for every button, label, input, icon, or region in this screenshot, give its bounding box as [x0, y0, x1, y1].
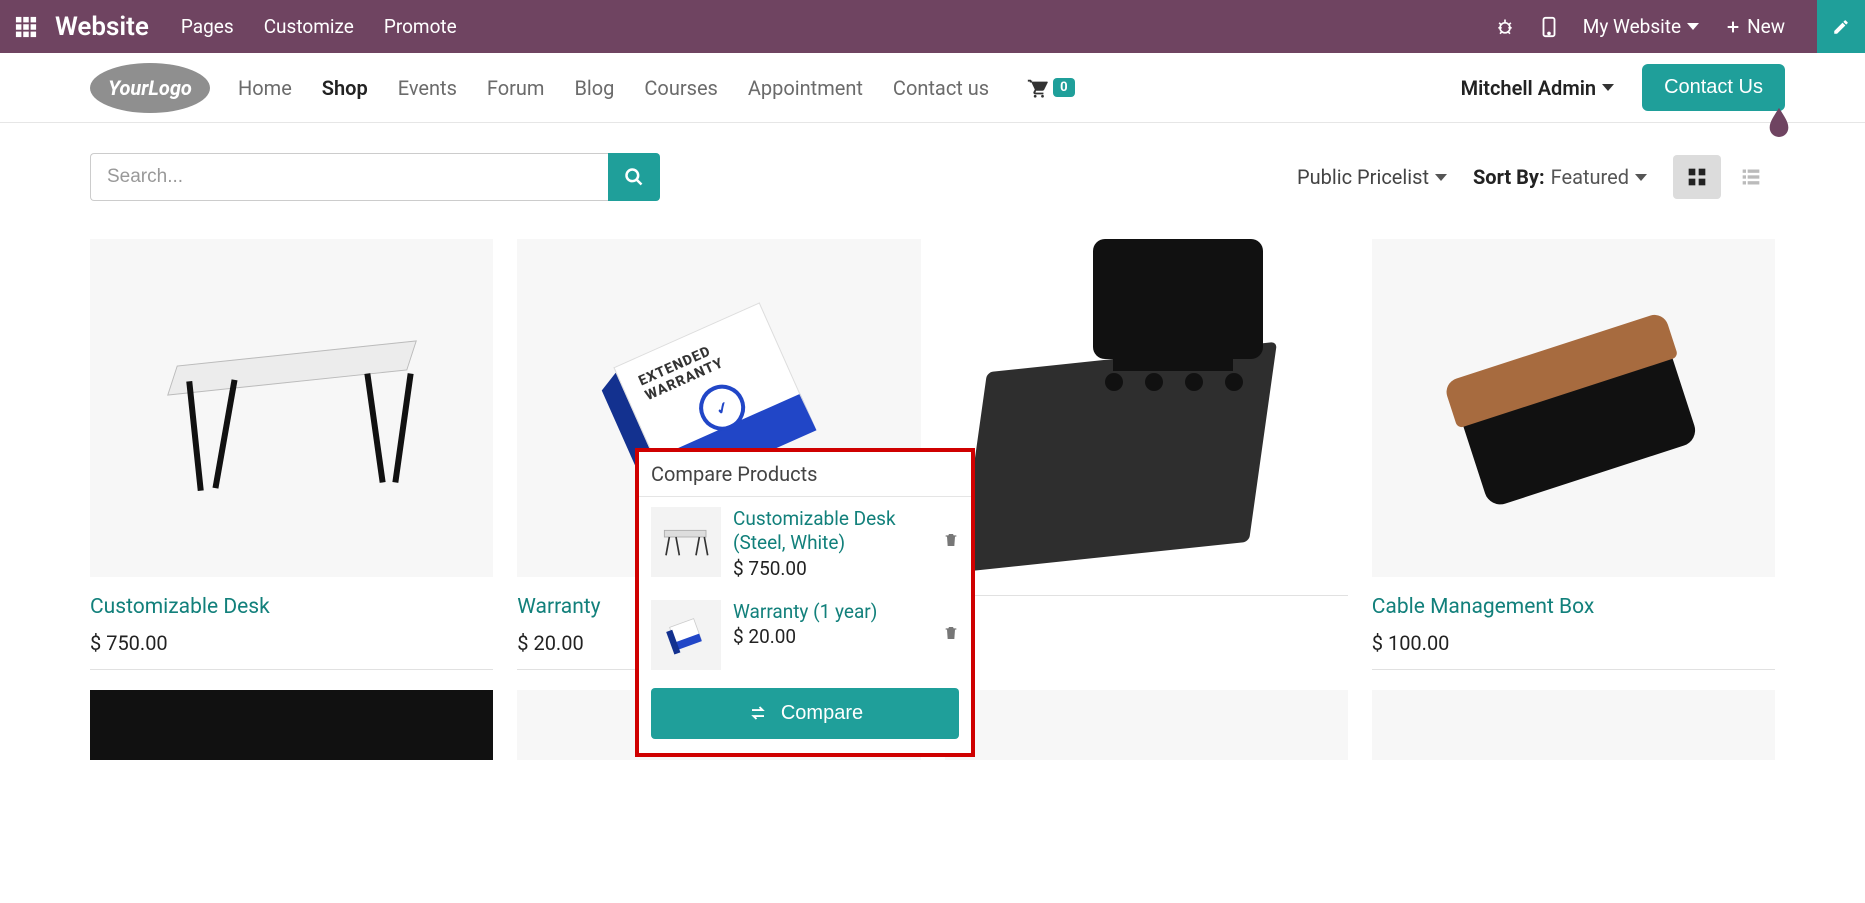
caret-down-icon: [1635, 174, 1647, 181]
new-button[interactable]: New: [1725, 15, 1785, 38]
compare-popup-header: Compare Products: [639, 452, 971, 497]
product-image: [945, 690, 1348, 760]
sort-value: Featured: [1551, 165, 1629, 189]
site-logo[interactable]: YourLogo: [90, 63, 210, 113]
trash-icon: [943, 531, 959, 549]
pricelist-dropdown[interactable]: Public Pricelist: [1297, 165, 1447, 189]
cart-badge: 0: [1053, 78, 1074, 97]
caret-down-icon: [1687, 23, 1699, 30]
my-website-label: My Website: [1583, 15, 1681, 38]
pricelist-label: Public Pricelist: [1297, 165, 1429, 189]
user-menu[interactable]: Mitchell Admin: [1461, 76, 1614, 100]
cart-icon: [1025, 77, 1049, 99]
product-price: $ 750.00: [90, 631, 493, 655]
mobile-preview-icon[interactable]: [1541, 16, 1557, 38]
compare-item-name[interactable]: Customizable Desk (Steel, White): [733, 507, 931, 555]
new-label: New: [1747, 15, 1785, 38]
grid-view-button[interactable]: [1673, 155, 1721, 199]
list-view-button[interactable]: [1727, 155, 1775, 199]
product-card[interactable]: [90, 690, 493, 760]
topbar-link-customize[interactable]: Customize: [264, 15, 354, 38]
product-card[interactable]: [945, 239, 1348, 670]
product-image: [1372, 239, 1775, 577]
search-group: [90, 153, 660, 201]
compare-products-popup: Compare Products Customizable Desk (Stee…: [635, 448, 975, 757]
product-title[interactable]: Customizable Desk: [90, 595, 493, 619]
app-topbar: Website Pages Customize Promote My Websi…: [0, 0, 1865, 53]
debug-icon[interactable]: [1495, 17, 1515, 37]
product-card[interactable]: Cable Management Box $ 100.00: [1372, 239, 1775, 670]
remove-compare-item[interactable]: [943, 624, 959, 642]
compare-thumb: [651, 600, 721, 670]
product-image: [1372, 690, 1775, 760]
apps-grid-icon[interactable]: [15, 16, 37, 38]
product-image: [90, 239, 493, 577]
grid-icon: [1687, 167, 1707, 187]
compare-item: Warranty (1 year) $ 20.00: [639, 590, 971, 680]
product-title[interactable]: Cable Management Box: [1372, 595, 1775, 619]
topbar-right: My Website New: [1495, 0, 1850, 53]
compare-thumb: [651, 507, 721, 577]
main-nav: Home Shop Events Forum Blog Courses Appo…: [238, 76, 1015, 100]
sort-label: Sort By:: [1473, 165, 1545, 189]
list-icon: [1740, 167, 1762, 187]
cable-box-illustration: [1419, 273, 1728, 544]
caret-down-icon: [1602, 84, 1614, 91]
toolbar-right: Public Pricelist Sort By: Featured: [1297, 155, 1775, 199]
caret-down-icon: [1435, 174, 1447, 181]
search-button[interactable]: [608, 153, 660, 201]
chair-mat-illustration: [945, 239, 1348, 577]
product-card[interactable]: [945, 690, 1348, 760]
topbar-link-pages[interactable]: Pages: [181, 15, 234, 38]
divider: [90, 669, 493, 670]
compare-item-info: Customizable Desk (Steel, White) $ 750.0…: [733, 507, 931, 580]
my-website-dropdown[interactable]: My Website: [1583, 15, 1699, 38]
compare-item-info: Warranty (1 year) $ 20.00: [733, 600, 931, 649]
product-price: $ 100.00: [1372, 631, 1775, 655]
desk-illustration: [172, 323, 412, 493]
contact-us-button[interactable]: Contact Us: [1642, 64, 1785, 111]
header-right: Mitchell Admin Contact Us: [1461, 64, 1785, 111]
site-header: YourLogo Home Shop Events Forum Blog Cou…: [0, 53, 1865, 123]
compare-item-price: $ 20.00: [733, 625, 931, 648]
swap-icon: [747, 704, 769, 722]
nav-appointment[interactable]: Appointment: [748, 76, 863, 100]
shop-toolbar: Public Pricelist Sort By: Featured: [0, 123, 1865, 211]
sort-dropdown[interactable]: Sort By: Featured: [1473, 165, 1647, 189]
nav-contact[interactable]: Contact us: [893, 76, 989, 100]
divider: [1372, 669, 1775, 670]
user-name: Mitchell Admin: [1461, 76, 1596, 100]
nav-blog[interactable]: Blog: [574, 76, 614, 100]
compare-item: Customizable Desk (Steel, White) $ 750.0…: [639, 497, 971, 590]
divider: [945, 595, 1348, 596]
nav-home[interactable]: Home: [238, 76, 292, 100]
app-title[interactable]: Website: [55, 12, 149, 42]
logo-text-logo: Logo: [148, 76, 191, 100]
nav-courses[interactable]: Courses: [644, 76, 717, 100]
product-image: [90, 690, 493, 760]
product-card[interactable]: [1372, 690, 1775, 760]
nav-events[interactable]: Events: [398, 76, 457, 100]
search-icon: [624, 167, 644, 187]
compare-item-name[interactable]: Warranty (1 year): [733, 600, 931, 624]
cart-button[interactable]: 0: [1025, 77, 1074, 99]
view-switch: [1673, 155, 1775, 199]
logo-text-your: Your: [108, 76, 148, 100]
compare-button[interactable]: Compare: [651, 688, 959, 739]
nav-shop[interactable]: Shop: [322, 76, 368, 100]
edit-button[interactable]: [1817, 0, 1865, 53]
product-image: [945, 239, 1348, 577]
topbar-link-promote[interactable]: Promote: [384, 15, 457, 38]
droplet-icon: [1765, 105, 1793, 141]
compare-item-price: $ 750.00: [733, 557, 931, 580]
product-card[interactable]: Customizable Desk $ 750.00: [90, 239, 493, 670]
remove-compare-item[interactable]: [943, 531, 959, 549]
trash-icon: [943, 624, 959, 642]
search-input[interactable]: [90, 153, 608, 201]
compare-button-label: Compare: [781, 702, 863, 725]
nav-forum[interactable]: Forum: [487, 76, 545, 100]
